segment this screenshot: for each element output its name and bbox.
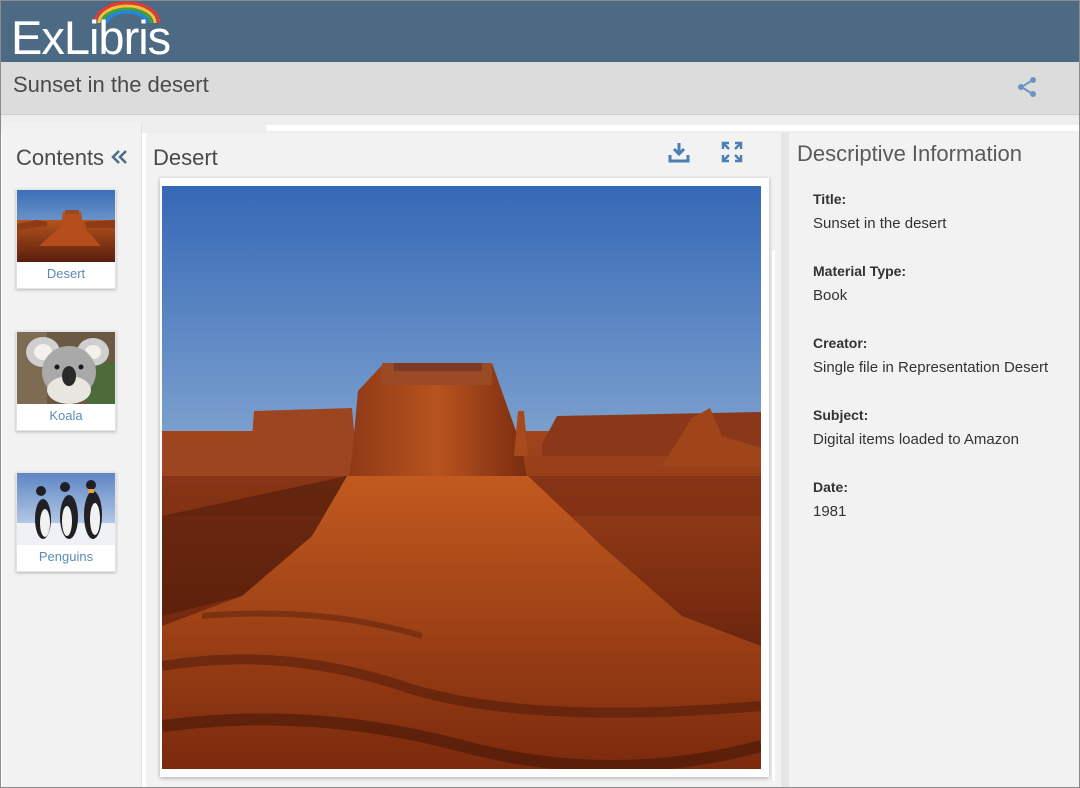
- field-date: Date: 1981: [813, 479, 1073, 520]
- field-material-type: Material Type: Book: [813, 263, 1073, 304]
- fullscreen-icon[interactable]: [720, 140, 744, 164]
- thumbnail-label-desert: Desert: [46, 266, 86, 281]
- field-title: Title: Sunset in the desert: [813, 191, 1073, 232]
- image-viewer: Desert: [146, 133, 781, 787]
- thumbnail-label-penguins: Penguins: [38, 549, 94, 564]
- field-label: Material Type:: [813, 263, 907, 279]
- desert-image[interactable]: [162, 186, 761, 769]
- viewer-title: Desert: [153, 145, 218, 170]
- field-value: 1981: [813, 503, 847, 520]
- viewer-scrollbar[interactable]: [771, 251, 775, 781]
- thumbnail-penguins[interactable]: Penguins: [16, 472, 116, 572]
- separator-highlight: [266, 125, 1079, 131]
- field-label: Creator:: [813, 335, 868, 351]
- logo-text: ExLibris: [11, 11, 171, 64]
- image-frame: [160, 178, 769, 777]
- descriptive-info-panel: Descriptive Information Title: Sunset in…: [789, 133, 1079, 787]
- field-value: Single file in Representation Desert: [813, 359, 1049, 376]
- field-subject: Subject: Digital items loaded to Amazon: [813, 407, 1073, 448]
- thumbnail-desert[interactable]: Desert: [16, 189, 116, 289]
- penguins-thumbnail-image: [17, 473, 115, 545]
- thumbnail-koala[interactable]: Koala: [16, 331, 116, 431]
- field-label: Date:: [813, 479, 849, 495]
- desert-thumbnail-image: [17, 190, 115, 262]
- top-header: ExLibris: [1, 1, 1079, 64]
- field-value: Book: [813, 287, 848, 304]
- share-icon[interactable]: [1015, 75, 1039, 99]
- page-title: Sunset in the desert: [13, 72, 209, 97]
- info-title: Descriptive Information: [797, 141, 1022, 166]
- download-icon[interactable]: [667, 140, 691, 164]
- field-value: Sunset in the desert: [813, 215, 947, 232]
- viewer-window: ExLibris Sunset in the desert Contents D…: [0, 0, 1080, 788]
- title-bar: Sunset in the desert: [1, 62, 1079, 115]
- field-value: Digital items loaded to Amazon: [813, 431, 1019, 448]
- panel-divider[interactable]: [781, 133, 789, 787]
- contents-title: Contents: [16, 145, 105, 170]
- thumbnail-label-koala: Koala: [49, 408, 83, 423]
- field-label: Title:: [813, 191, 847, 207]
- exlibris-logo: ExLibris: [11, 1, 191, 64]
- field-creator: Creator: Single file in Representation D…: [813, 335, 1073, 376]
- contents-sidebar: Contents Desert Koala Penguins: [2, 123, 142, 787]
- koala-thumbnail-image: [17, 332, 115, 404]
- collapse-sidebar-icon[interactable]: [110, 147, 130, 167]
- field-label: Subject:: [813, 407, 869, 423]
